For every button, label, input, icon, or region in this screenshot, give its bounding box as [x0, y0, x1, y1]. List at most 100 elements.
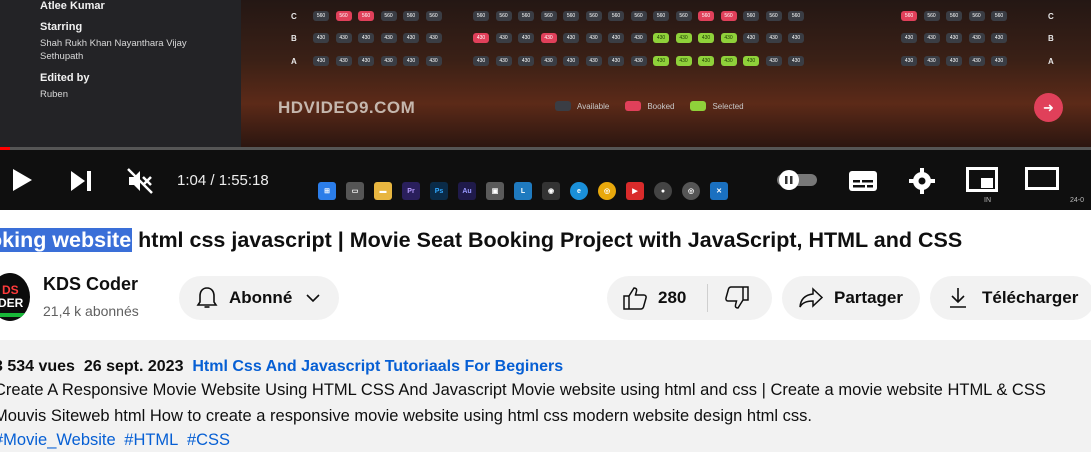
seat: 430: [518, 56, 534, 66]
video-title: oking website html css javascript | Movi…: [0, 228, 962, 253]
seat: 430: [653, 56, 669, 66]
theater-button[interactable]: [1025, 167, 1059, 198]
seat: 430: [540, 33, 557, 43]
hashtag-link[interactable]: #HTML: [124, 431, 178, 449]
seat: 430: [358, 33, 374, 43]
seat: 430: [380, 56, 397, 66]
seat-row-label: A: [291, 57, 297, 66]
chrome-icon: ◎: [598, 182, 616, 200]
play-icon: [13, 169, 32, 191]
channel-avatar[interactable]: DS DER: [0, 273, 30, 321]
seat: 560: [901, 11, 917, 21]
description-box[interactable]: 3 534 vues 26 sept. 2023 Html Css And Ja…: [0, 340, 1091, 452]
description-line-1: Create A Responsive Movie Website Using …: [0, 381, 1046, 399]
seat: 430: [425, 56, 442, 66]
legend-selected: Selected: [690, 101, 744, 111]
seat: 560: [358, 11, 374, 21]
volume-muted-icon: [127, 168, 153, 194]
like-count: 280: [658, 288, 687, 307]
play-button[interactable]: [10, 168, 34, 197]
credit-starring-heading: Starring: [40, 21, 83, 33]
legend-selected-swatch: [690, 101, 707, 111]
photoshop-icon: Ps: [430, 182, 448, 200]
credit-starring-value: Shah Rukh Khan Nayanthara Vijay Sethupat…: [40, 38, 187, 62]
dislike-button[interactable]: [708, 276, 750, 320]
seat: 430: [358, 56, 374, 66]
youtube-icon: ▶: [626, 182, 644, 200]
task-view-icon: ▭: [346, 182, 364, 200]
seat: 430: [380, 33, 397, 43]
seat: 560: [518, 11, 534, 21]
seat: 430: [653, 33, 669, 43]
settings-button[interactable]: [909, 168, 935, 199]
subtitles-button[interactable]: [848, 170, 878, 197]
video-player[interactable]: Atlee Kumar Starring Shah Rukh Khan Naya…: [0, 0, 1091, 210]
download-label: Télécharger: [982, 288, 1079, 307]
seat: 560: [403, 11, 419, 21]
app-circle-icon: ◉: [542, 182, 560, 200]
seat: 430: [313, 33, 329, 43]
legend-booked-label: Booked: [647, 101, 675, 111]
seat: 560: [495, 11, 512, 21]
hashtag-link[interactable]: #CSS: [187, 431, 230, 449]
seat: 560: [991, 11, 1007, 21]
video-frame[interactable]: Atlee Kumar Starring Shah Rukh Khan Naya…: [0, 0, 1091, 148]
autoplay-toggle[interactable]: [777, 170, 817, 195]
seat: 560: [923, 11, 940, 21]
next-button[interactable]: [70, 170, 92, 197]
legend-selected-label: Selected: [712, 101, 744, 111]
seat: 560: [425, 11, 442, 21]
seat: 430: [425, 33, 442, 43]
share-button[interactable]: Partager: [782, 276, 920, 320]
seat: 560: [653, 11, 669, 21]
subtitles-icon: [849, 171, 877, 191]
seat: 430: [540, 56, 557, 66]
toggle-icon: [777, 170, 817, 190]
playlist-link[interactable]: Html Css And Javascript Tutoriaals For B…: [192, 358, 563, 375]
tray-date: 24-0: [1070, 197, 1085, 204]
seat: 560: [968, 11, 985, 21]
seat: 430: [991, 56, 1007, 66]
mute-button[interactable]: [127, 168, 153, 199]
like-button[interactable]: 280: [607, 276, 707, 320]
chevron-down-icon: [304, 289, 322, 307]
seat: 560: [563, 11, 579, 21]
windows-icon: ⊞: [318, 182, 336, 200]
seat: 560: [743, 11, 759, 21]
hashtag-link[interactable]: #Movie_Website: [0, 431, 116, 449]
share-icon: [798, 286, 824, 310]
app-chrome-alt-icon: ◎: [682, 182, 700, 200]
channel-name[interactable]: KDS Coder: [43, 274, 138, 295]
thumbs-down-icon: [724, 285, 750, 311]
time-display: 1:04 / 1:55:18: [177, 172, 269, 189]
bell-icon: [195, 286, 219, 310]
seat: 430: [788, 56, 804, 66]
upload-date: 26 sept. 2023: [83, 358, 184, 375]
credits-panel: Atlee Kumar Starring Shah Rukh Khan Naya…: [0, 0, 241, 148]
seat: 430: [968, 56, 985, 66]
store-icon: ▣: [486, 182, 504, 200]
seat: 430: [675, 33, 692, 43]
app-l-icon: L: [514, 182, 532, 200]
seat-row-label: C: [1048, 12, 1054, 21]
seat: 560: [380, 11, 397, 21]
subscriber-count: 21,4 k abonnés: [43, 303, 139, 319]
tray-language: IN: [984, 197, 991, 204]
seat: 430: [765, 33, 782, 43]
app-record-icon: ●: [654, 182, 672, 200]
seat: 560: [720, 11, 737, 21]
download-button[interactable]: Télécharger: [930, 276, 1091, 320]
player-controls: 1:04 / 1:55:18 ⊞ ▭ ▬ Pr Ps Au ▣ L ◉ e ◎ …: [0, 150, 1091, 210]
miniplayer-button[interactable]: [966, 167, 998, 198]
vscode-icon: ✕: [710, 182, 728, 200]
subscribe-button[interactable]: Abonné: [179, 276, 339, 320]
desktop-taskbar-overlay: ⊞ ▭ ▬ Pr Ps Au ▣ L ◉ e ◎ ▶ ● ◎ ✕: [318, 182, 728, 200]
seat: 430: [335, 56, 352, 66]
seat: 430: [698, 56, 714, 66]
seat: 560: [675, 11, 692, 21]
seat: 430: [901, 33, 917, 43]
seat: 430: [765, 56, 782, 66]
avatar-text-top: DS: [2, 283, 19, 297]
seat: 430: [968, 33, 985, 43]
seat: 430: [563, 56, 579, 66]
